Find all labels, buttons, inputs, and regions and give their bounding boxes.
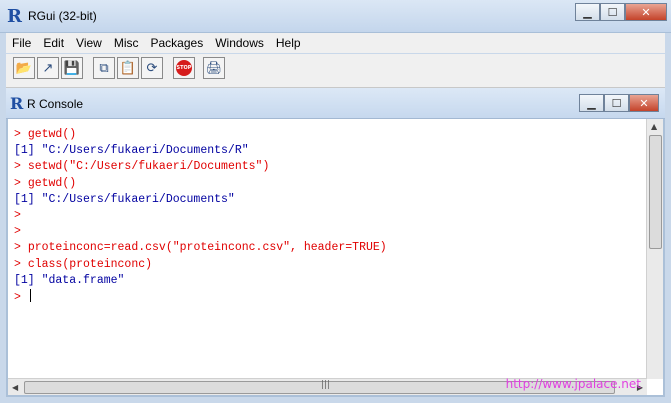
mdi-client-area: R R Console ▁ ☐ ✕ > getwd() [1] "C:/Users… xyxy=(6,88,665,397)
console-result: [1] "data.frame" xyxy=(14,273,125,287)
copy-icon: ⧉ xyxy=(99,60,109,76)
scroll-left-icon[interactable]: ◀ xyxy=(12,383,18,392)
console-command: class(proteinconc) xyxy=(27,257,153,271)
console-line: > getwd() xyxy=(14,127,387,143)
console-title-bar: R R Console ▁ ☐ ✕ xyxy=(6,88,665,119)
console-minimize-button[interactable]: ▁ xyxy=(579,94,604,112)
stop-button[interactable]: STOP xyxy=(173,57,195,79)
console-line: > class(proteinconc) xyxy=(14,257,387,273)
console-prompt: > xyxy=(14,290,28,304)
console-prompt: > xyxy=(14,176,28,190)
console-line: > xyxy=(14,208,387,224)
r-logo-icon: R xyxy=(7,6,22,27)
menu-edit[interactable]: Edit xyxy=(37,36,70,50)
menu-windows[interactable]: Windows xyxy=(209,36,270,50)
scroll-grip-icon: ||| xyxy=(321,380,331,390)
console-command: setwd("C:/Users/fukaeri/Documents") xyxy=(27,160,270,174)
copy-paste-icon: ⟳ xyxy=(146,60,158,76)
copy-button[interactable]: ⧉ xyxy=(93,57,115,79)
menu-view[interactable]: View xyxy=(70,36,108,50)
console-command: getwd() xyxy=(27,176,77,190)
toolbar: 📂 ↗ 💾 ⧉ 📋 ⟳ STOP 🖨 xyxy=(6,54,665,88)
vertical-scroll-thumb[interactable] xyxy=(649,135,662,249)
open-folder-button[interactable]: 📂 xyxy=(13,57,35,79)
open-folder-icon: 📂 xyxy=(15,60,33,76)
print-button[interactable]: 🖨 xyxy=(203,57,225,79)
load-workspace-icon: ↗ xyxy=(42,60,54,76)
console-prompt: > xyxy=(14,128,28,141)
console-result: [1] "C:/Users/fukaeri/Documents/R" xyxy=(14,144,249,158)
menu-file[interactable]: File xyxy=(6,36,37,50)
menu-packages[interactable]: Packages xyxy=(145,36,210,50)
paste-icon: 📋 xyxy=(119,60,137,76)
save-button[interactable]: 💾 xyxy=(61,57,83,79)
console-line: [1] "data.frame" xyxy=(14,273,387,289)
app-title-bar: R RGui (32-bit) ▁ ☐ ✕ xyxy=(0,0,671,33)
console-result: [1] "C:/Users/fukaeri/Documents" xyxy=(14,192,235,206)
save-icon: 💾 xyxy=(63,60,81,76)
r-logo-icon: R xyxy=(10,94,24,113)
console-prompt: > xyxy=(14,160,28,174)
console-prompt: > xyxy=(14,225,21,239)
stop-icon: STOP xyxy=(176,60,192,76)
copy-paste-button[interactable]: ⟳ xyxy=(141,57,163,79)
console-maximize-button[interactable]: ☐ xyxy=(604,94,629,112)
scroll-up-icon[interactable]: ▲ xyxy=(651,122,657,131)
console-text: > getwd() [1] "C:/Users/fukaeri/Documents… xyxy=(14,127,387,305)
console-line: > setwd("C:/Users/fukaeri/Documents") xyxy=(14,159,387,175)
menu-help[interactable]: Help xyxy=(270,36,307,50)
window-title: RGui (32-bit) xyxy=(28,9,97,23)
paste-button[interactable]: 📋 xyxy=(117,57,139,79)
console-prompt: > xyxy=(14,241,28,255)
console-output[interactable]: > getwd() [1] "C:/Users/fukaeri/Documents… xyxy=(8,119,663,395)
console-line: [1] "C:/Users/fukaeri/Documents/R" xyxy=(14,143,387,159)
print-icon: 🖨 xyxy=(205,60,223,76)
menu-bar: File Edit View Misc Packages Windows Help xyxy=(6,33,665,53)
vertical-scrollbar[interactable]: ▲ xyxy=(646,119,663,379)
console-title: R Console xyxy=(27,97,84,111)
console-command: proteinconc=read.csv("proteinconc.csv", … xyxy=(27,241,387,255)
console-line: > xyxy=(14,224,387,240)
console-close-button[interactable]: ✕ xyxy=(629,94,659,112)
watermark: http://www.jpalace.net xyxy=(505,377,641,391)
console-line: > xyxy=(14,288,387,305)
minimize-button[interactable]: ▁ xyxy=(575,3,600,21)
menu-misc[interactable]: Misc xyxy=(108,36,145,50)
maximize-button[interactable]: ☐ xyxy=(600,3,625,21)
console-command: getwd() xyxy=(27,128,77,141)
console-prompt: > xyxy=(14,208,21,222)
close-button[interactable]: ✕ xyxy=(625,3,667,21)
console-prompt: > xyxy=(14,257,28,271)
console-line: > getwd() xyxy=(14,176,387,192)
text-cursor xyxy=(29,288,31,302)
load-workspace-button[interactable]: ↗ xyxy=(37,57,59,79)
console-line: [1] "C:/Users/fukaeri/Documents" xyxy=(14,192,387,208)
console-line: > proteinconc=read.csv("proteinconc.csv"… xyxy=(14,240,387,256)
